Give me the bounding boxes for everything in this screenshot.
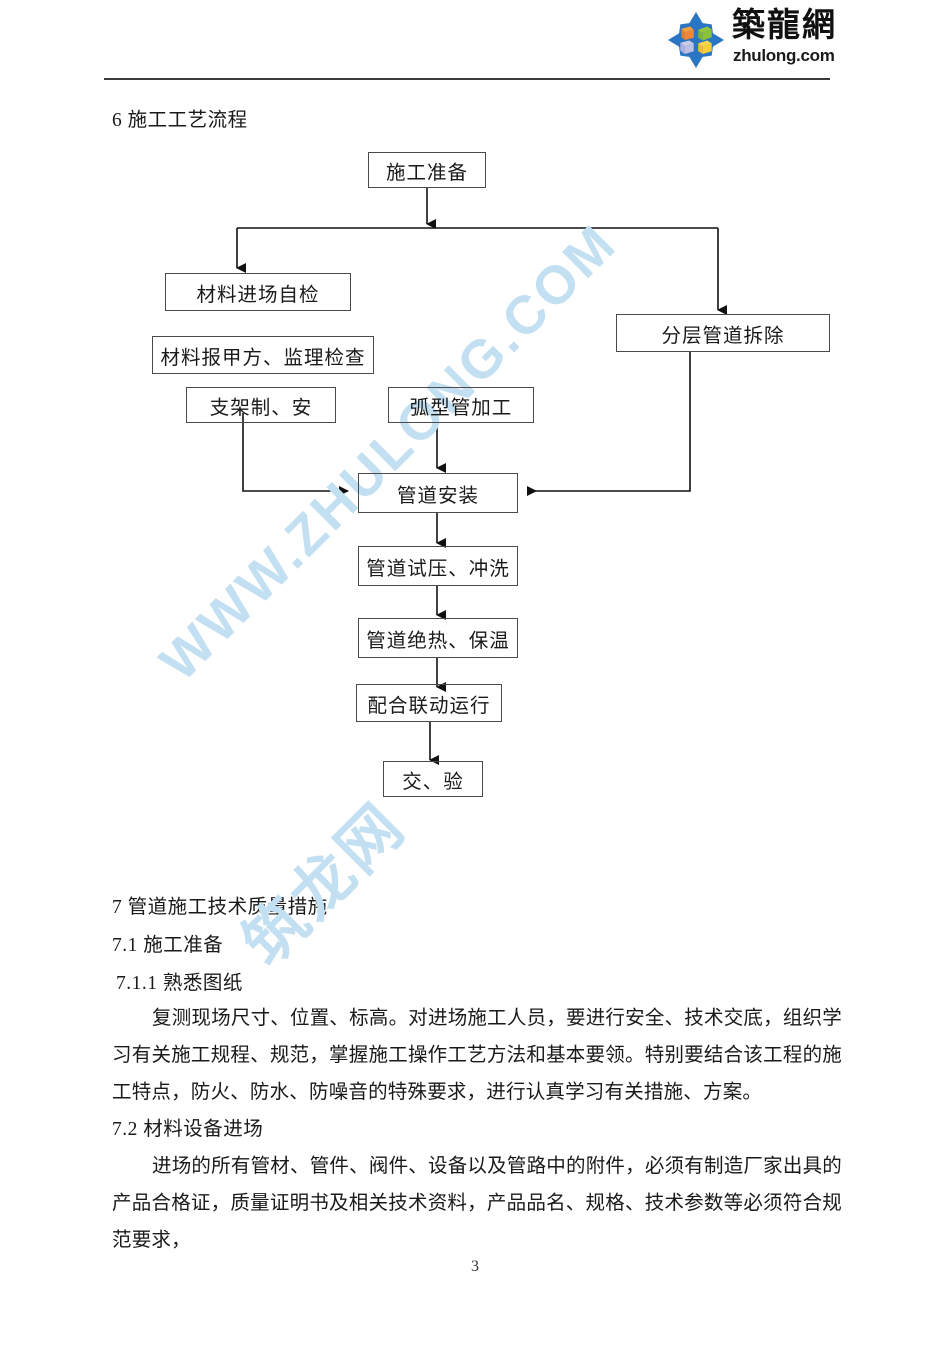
watermark-layer: WWW.ZHULONG.COM 筑龙网 — [0, 0, 950, 1345]
page-number: 3 — [471, 1258, 479, 1275]
flow-box-install: 管道安装 — [358, 473, 518, 513]
flow-box-self-check: 材料进场自检 — [165, 273, 351, 311]
flowchart-connectors — [236, 188, 727, 765]
flow-box-prep: 施工准备 — [368, 152, 486, 188]
flow-box-demolition: 分层管道拆除 — [616, 314, 830, 352]
flow-box-pressure: 管道试压、冲洗 — [358, 546, 518, 586]
flow-box-insulation: 管道绝热、保温 — [358, 618, 518, 658]
logo-en-text: zhulong.com — [733, 46, 835, 65]
section-7-1-1-body: 复测现场尺寸、位置、标高。对进场施工人员，要进行安全、技术交底，组织学习有关施工… — [112, 1008, 842, 1103]
flow-box-arc-pipe: 弧型管加工 — [388, 387, 534, 423]
zhulong-logo: 築龍網 zhulong.com — [662, 6, 844, 72]
flow-box-handover: 交、验 — [383, 761, 483, 797]
logo-wordmark: 築龍網 zhulong.com — [732, 8, 844, 70]
section-6-heading: 6 施工工艺流程 — [112, 110, 248, 131]
section-7-1-heading: 7.1 施工准备 — [112, 935, 224, 956]
section-7-1-1-heading: 7.1.1 熟悉图纸 — [116, 973, 243, 994]
document-page: WWW.ZHULONG.COM 筑龙网 築龍網 zhulong.com 6 施工… — [0, 0, 950, 1345]
flow-box-bracket: 支架制、安 — [186, 387, 336, 423]
section-7-heading: 7 管道施工技术质量措施 — [112, 897, 328, 918]
zhulong-diamond-cubes-logo-icon — [668, 12, 724, 68]
flow-box-report: 材料报甲方、监理检查 — [152, 336, 374, 374]
section-7-2-body: 进场的所有管材、管件、阀件、设备以及管路中的附件，必须有制造厂家出具的产品合格证… — [112, 1156, 842, 1251]
header-divider — [104, 78, 830, 80]
flow-box-commission: 配合联动运行 — [356, 684, 502, 722]
section-7-2-heading: 7.2 材料设备进场 — [112, 1119, 264, 1140]
watermark-cn-text: 筑龙网 — [230, 790, 420, 979]
logo-cn-text: 築龍網 — [732, 8, 837, 44]
